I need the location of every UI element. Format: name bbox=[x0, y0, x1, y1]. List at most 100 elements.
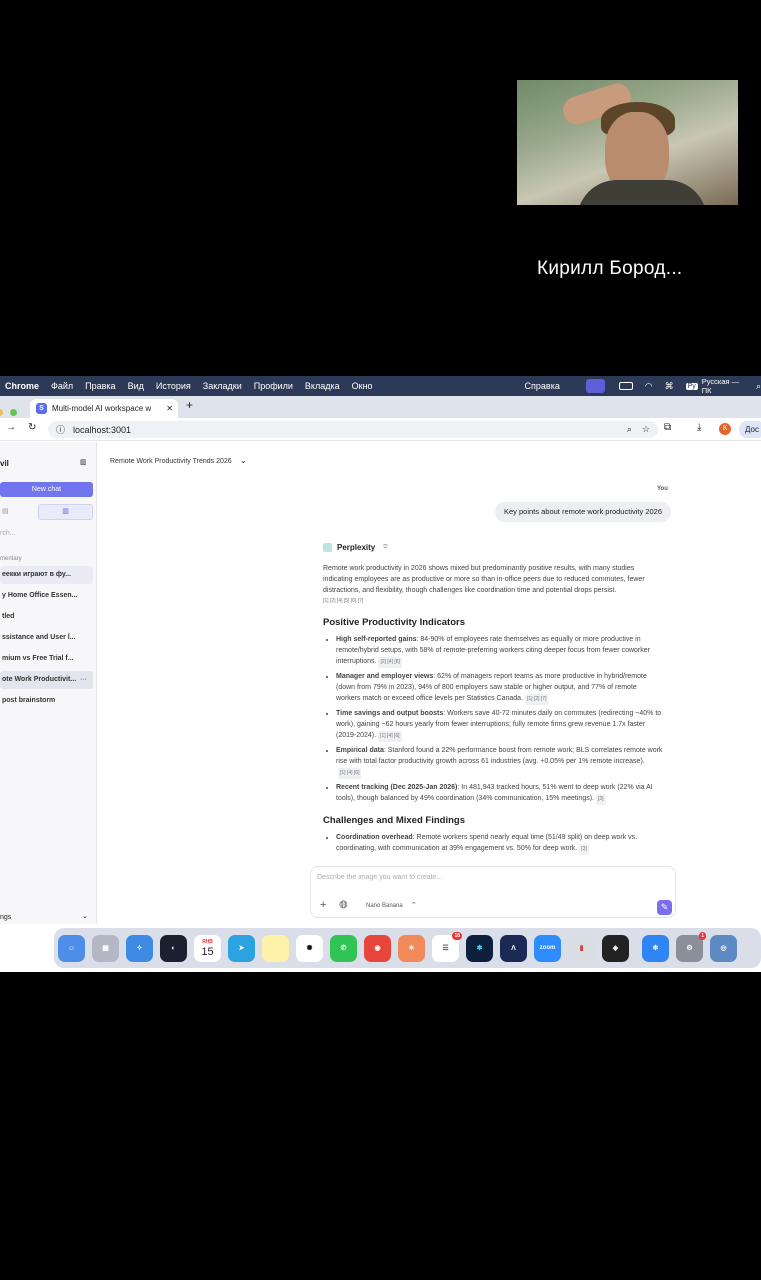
safari-icon[interactable]: ✧ bbox=[126, 934, 153, 962]
menu-app[interactable]: Chrome bbox=[5, 381, 39, 391]
more-icon[interactable]: ··· bbox=[80, 671, 87, 689]
menu-profiles[interactable]: Профили bbox=[254, 381, 293, 391]
citation[interactable]: [3] bbox=[579, 844, 589, 855]
notes-icon[interactable] bbox=[262, 934, 289, 962]
side-tab-label[interactable]: Дос bbox=[739, 421, 761, 438]
mac-menubar: Chrome Файл Правка Вид История Закладки … bbox=[0, 376, 761, 396]
intro-citations[interactable]: [1] [2] [4] [5] [6] [7] bbox=[323, 596, 663, 607]
section-label: mentary bbox=[0, 556, 22, 562]
settings-footer[interactable]: ngs bbox=[0, 914, 11, 921]
reload-icon[interactable]: ↻ bbox=[28, 422, 36, 433]
menu-view[interactable]: Вид bbox=[128, 381, 144, 391]
sidebar-chat-item[interactable]: tled bbox=[0, 608, 93, 626]
menu-file[interactable]: Файл bbox=[51, 381, 73, 391]
sidebar-chat-item[interactable]: y Home Office Essen... bbox=[0, 587, 93, 605]
challenges-list: Coordination overhead: Remote workers sp… bbox=[323, 832, 663, 855]
sidebar-search[interactable]: rch... bbox=[0, 530, 16, 537]
generate-button[interactable]: ✎ bbox=[657, 900, 672, 915]
citation[interactable]: [3] bbox=[595, 794, 606, 805]
calendar-icon[interactable]: ЯНВ 15 bbox=[194, 934, 221, 962]
control-icon[interactable]: ⌘ bbox=[665, 381, 674, 392]
grid-view-icon[interactable]: ▥ bbox=[38, 504, 93, 520]
model-header: Perplexity ⧉ bbox=[323, 542, 663, 553]
sidebar: vil ▥ New chat ▤ ▥ rch... mentary еекки … bbox=[0, 442, 97, 924]
arc-icon[interactable]: Λ bbox=[500, 934, 527, 962]
telegram-icon[interactable]: ➤ bbox=[228, 934, 255, 962]
section-heading-challenges: Challenges and Mixed Findings bbox=[323, 815, 465, 826]
list-item: Time savings and output boosts: Workers … bbox=[336, 708, 663, 742]
citation[interactable]: [1] [4] [6] bbox=[378, 731, 402, 742]
list-item: High self-reported gains: 84-90% of empl… bbox=[336, 634, 663, 668]
browser-tab[interactable]: S Multi-model AI workspace w ✕ bbox=[30, 399, 178, 418]
system-settings-icon[interactable]: ⚙ 1 bbox=[676, 931, 706, 962]
menu-edit[interactable]: Правка bbox=[85, 381, 115, 391]
books-icon[interactable]: ▮ bbox=[568, 934, 595, 962]
citation[interactable]: [1] [4] [6] bbox=[338, 768, 362, 779]
calendar-month: ЯНВ bbox=[202, 938, 213, 945]
new-chat-button[interactable]: New chat bbox=[0, 482, 93, 497]
site-info-icon[interactable]: ⓘ bbox=[56, 423, 65, 436]
sidebar-chat-item[interactable]: mium vs Free Trial f... bbox=[0, 650, 93, 668]
citation[interactable]: [1] [2] [7] bbox=[525, 694, 549, 705]
globe-icon[interactable]: ◍ bbox=[339, 899, 348, 910]
url-field[interactable]: ⓘ localhost:3001 ⌕ ☆ bbox=[48, 421, 658, 438]
cube-app-icon[interactable]: ◈ bbox=[602, 934, 629, 962]
menu-bookmarks[interactable]: Закладки bbox=[203, 381, 242, 391]
bookmark-star-icon[interactable]: ☆ bbox=[642, 424, 650, 435]
tab-bar: S Multi-model AI workspace w ✕ + bbox=[0, 396, 761, 418]
chrome-icon[interactable]: ◉ bbox=[364, 934, 391, 962]
app-store-icon[interactable]: ✻ bbox=[642, 934, 669, 962]
menu-window[interactable]: Окно bbox=[352, 381, 373, 391]
extensions-icon[interactable]: ⧉ bbox=[664, 422, 671, 433]
new-tab-icon[interactable]: + bbox=[186, 398, 193, 412]
battery-icon[interactable] bbox=[618, 382, 633, 390]
sidebar-chat-item[interactable]: ssistance and User l... bbox=[0, 629, 93, 647]
shared-screen: Chrome Файл Правка Вид История Закладки … bbox=[0, 376, 761, 972]
list-view-icon[interactable]: ▤ bbox=[2, 507, 9, 515]
whatsapp-icon[interactable]: ✆ bbox=[330, 934, 357, 962]
list-item: Manager and employer views: 62% of manag… bbox=[336, 671, 663, 705]
prompt-composer[interactable]: Describe the image you want to create...… bbox=[310, 866, 676, 918]
tab-title: Multi-model AI workspace w bbox=[52, 404, 152, 413]
citation[interactable]: [2] [4] [8] bbox=[378, 657, 402, 668]
chevron-up-icon[interactable]: ⌃ bbox=[411, 901, 417, 909]
section-heading-positive: Positive Productivity Indicators bbox=[323, 617, 466, 628]
assistant-response: Perplexity ⧉ Remote work productivity in… bbox=[323, 542, 663, 858]
menu-tab[interactable]: Вкладка bbox=[305, 381, 340, 391]
profile-avatar[interactable]: К bbox=[719, 423, 731, 435]
close-tab-icon[interactable]: ✕ bbox=[166, 404, 173, 413]
forward-icon[interactable]: → bbox=[6, 422, 16, 433]
menu-help[interactable]: Справка bbox=[525, 381, 560, 391]
cursor-app-icon[interactable]: ✱ bbox=[466, 934, 493, 962]
claude-icon[interactable]: ✳ bbox=[398, 934, 425, 962]
launchpad-icon[interactable]: ▦ bbox=[92, 934, 119, 962]
spotlight-icon[interactable]: ⌕ bbox=[756, 381, 761, 392]
collapse-sidebar-icon[interactable]: ▥ bbox=[80, 458, 87, 466]
zoom-icon[interactable]: ⌕ bbox=[627, 424, 632, 435]
input-lang-badge[interactable]: Ру bbox=[685, 382, 698, 390]
wifi-icon[interactable]: ◠ bbox=[645, 381, 653, 392]
positive-list: High self-reported gains: 84-90% of empl… bbox=[323, 634, 663, 805]
input-source[interactable]: Русская — ПК bbox=[702, 377, 744, 395]
copy-icon[interactable]: ⧉ bbox=[383, 542, 387, 553]
chat-title-breadcrumb[interactable]: Remote Work Productivity Trends 2026 bbox=[110, 458, 232, 465]
quicktime-icon[interactable]: ◎ bbox=[710, 934, 737, 962]
podcast-app-icon[interactable]: ◐ bbox=[160, 934, 187, 962]
app-favicon-icon: S bbox=[36, 403, 47, 414]
chatgpt-icon[interactable]: ✺ bbox=[296, 934, 323, 962]
zoom-icon[interactable]: zoom bbox=[534, 934, 561, 962]
reminders-icon[interactable]: ☰ 18 bbox=[432, 931, 462, 962]
model-name: Perplexity bbox=[337, 543, 376, 552]
address-bar: → ↻ ⓘ localhost:3001 ⌕ ☆ ⧉ ⤓ К Дос bbox=[0, 418, 761, 441]
model-selector[interactable]: Nano Banana bbox=[366, 903, 403, 909]
sidebar-chat-item[interactable]: еекки играют в фу... bbox=[0, 566, 93, 584]
prompt-input[interactable]: Describe the image you want to create... bbox=[317, 874, 442, 881]
add-icon[interactable]: + bbox=[320, 899, 326, 911]
finder-icon[interactable]: ☺ bbox=[58, 934, 85, 962]
screen-share-icon[interactable] bbox=[585, 379, 605, 393]
sidebar-chat-item[interactable]: post brainstorm bbox=[0, 692, 93, 710]
chevron-down-icon[interactable]: ⌄ bbox=[240, 456, 247, 465]
chevron-down-icon[interactable]: ⌄ bbox=[82, 912, 88, 920]
download-icon[interactable]: ⤓ bbox=[697, 422, 701, 433]
menu-history[interactable]: История bbox=[156, 381, 191, 391]
